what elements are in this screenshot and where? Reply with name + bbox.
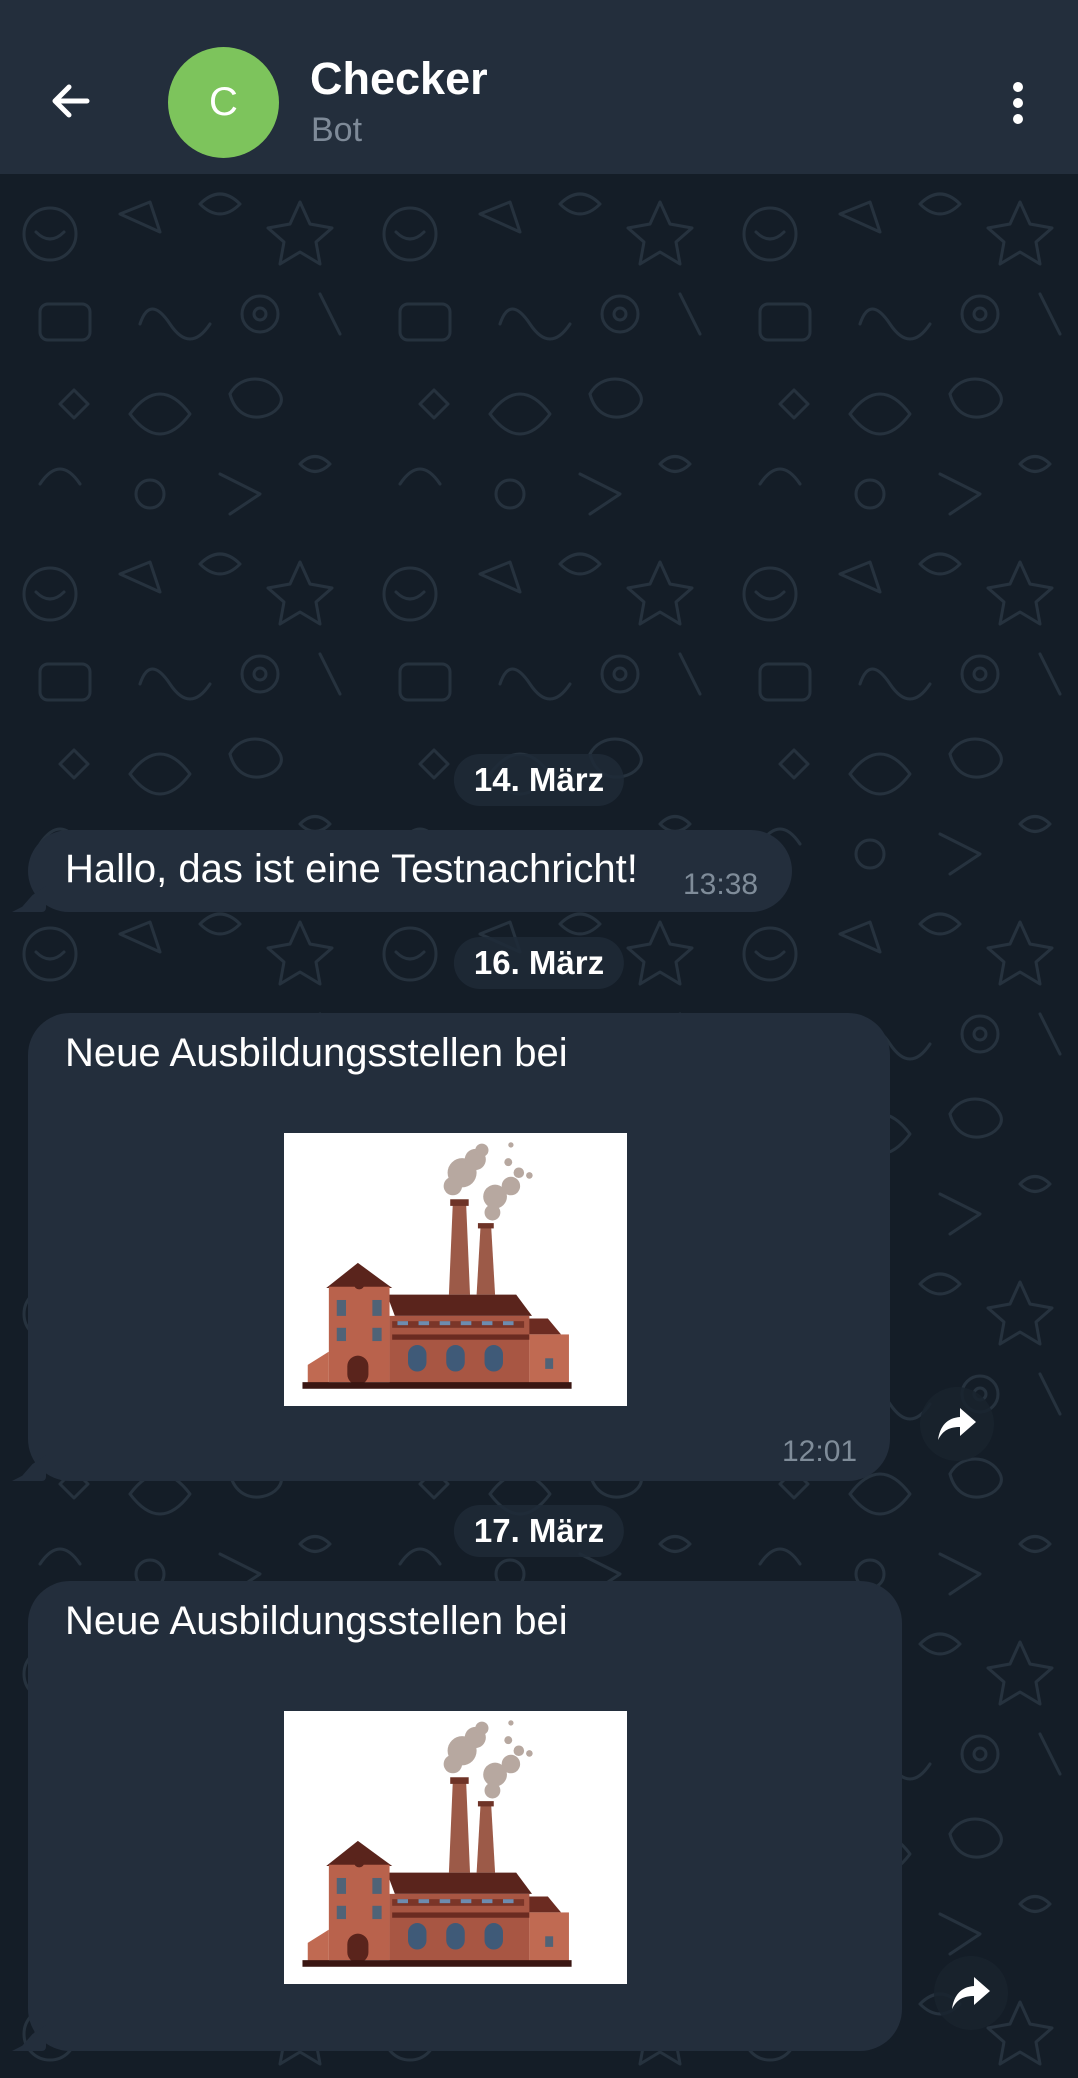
chat-screen: C Checker Bot 14. März Hallo, das ist ei… bbox=[0, 0, 1078, 2078]
back-button[interactable] bbox=[30, 60, 112, 142]
chat-subtitle: Bot bbox=[311, 111, 363, 149]
date-separator: 17. März bbox=[453, 1505, 625, 1557]
message-bubble[interactable]: Neue Ausbildungsstellen bei bbox=[28, 1581, 902, 2051]
message-bubble[interactable]: Neue Ausbildungsstellen bei 12:01 bbox=[28, 1013, 890, 1481]
factory-image[interactable] bbox=[284, 1711, 627, 1984]
message-bubble[interactable]: Hallo, das ist eine Testnachricht! 13:38 bbox=[28, 830, 792, 912]
avatar[interactable]: C bbox=[168, 47, 279, 158]
message-time: 13:38 bbox=[683, 868, 759, 901]
chat-title[interactable]: Checker bbox=[310, 53, 488, 105]
arrow-left-icon bbox=[52, 84, 90, 118]
message-time: 12:01 bbox=[782, 1435, 858, 1468]
share-arrow-icon bbox=[952, 1977, 990, 2009]
date-separator: 14. März bbox=[453, 754, 625, 806]
chat-header: C Checker Bot bbox=[0, 0, 1078, 174]
share-arrow-icon bbox=[938, 1408, 976, 1440]
avatar-letter: C bbox=[209, 80, 238, 124]
share-button[interactable] bbox=[920, 1387, 994, 1461]
date-separator: 16. März bbox=[453, 937, 625, 989]
message-text: Neue Ausbildungsstellen bei bbox=[65, 1599, 568, 1643]
more-menu-button[interactable] bbox=[985, 70, 1051, 136]
more-vertical-icon bbox=[1013, 82, 1023, 124]
share-button[interactable] bbox=[934, 1956, 1008, 2030]
factory-image[interactable] bbox=[284, 1133, 627, 1406]
message-text: Hallo, das ist eine Testnachricht! bbox=[65, 847, 638, 891]
message-text: Neue Ausbildungsstellen bei bbox=[65, 1031, 568, 1075]
